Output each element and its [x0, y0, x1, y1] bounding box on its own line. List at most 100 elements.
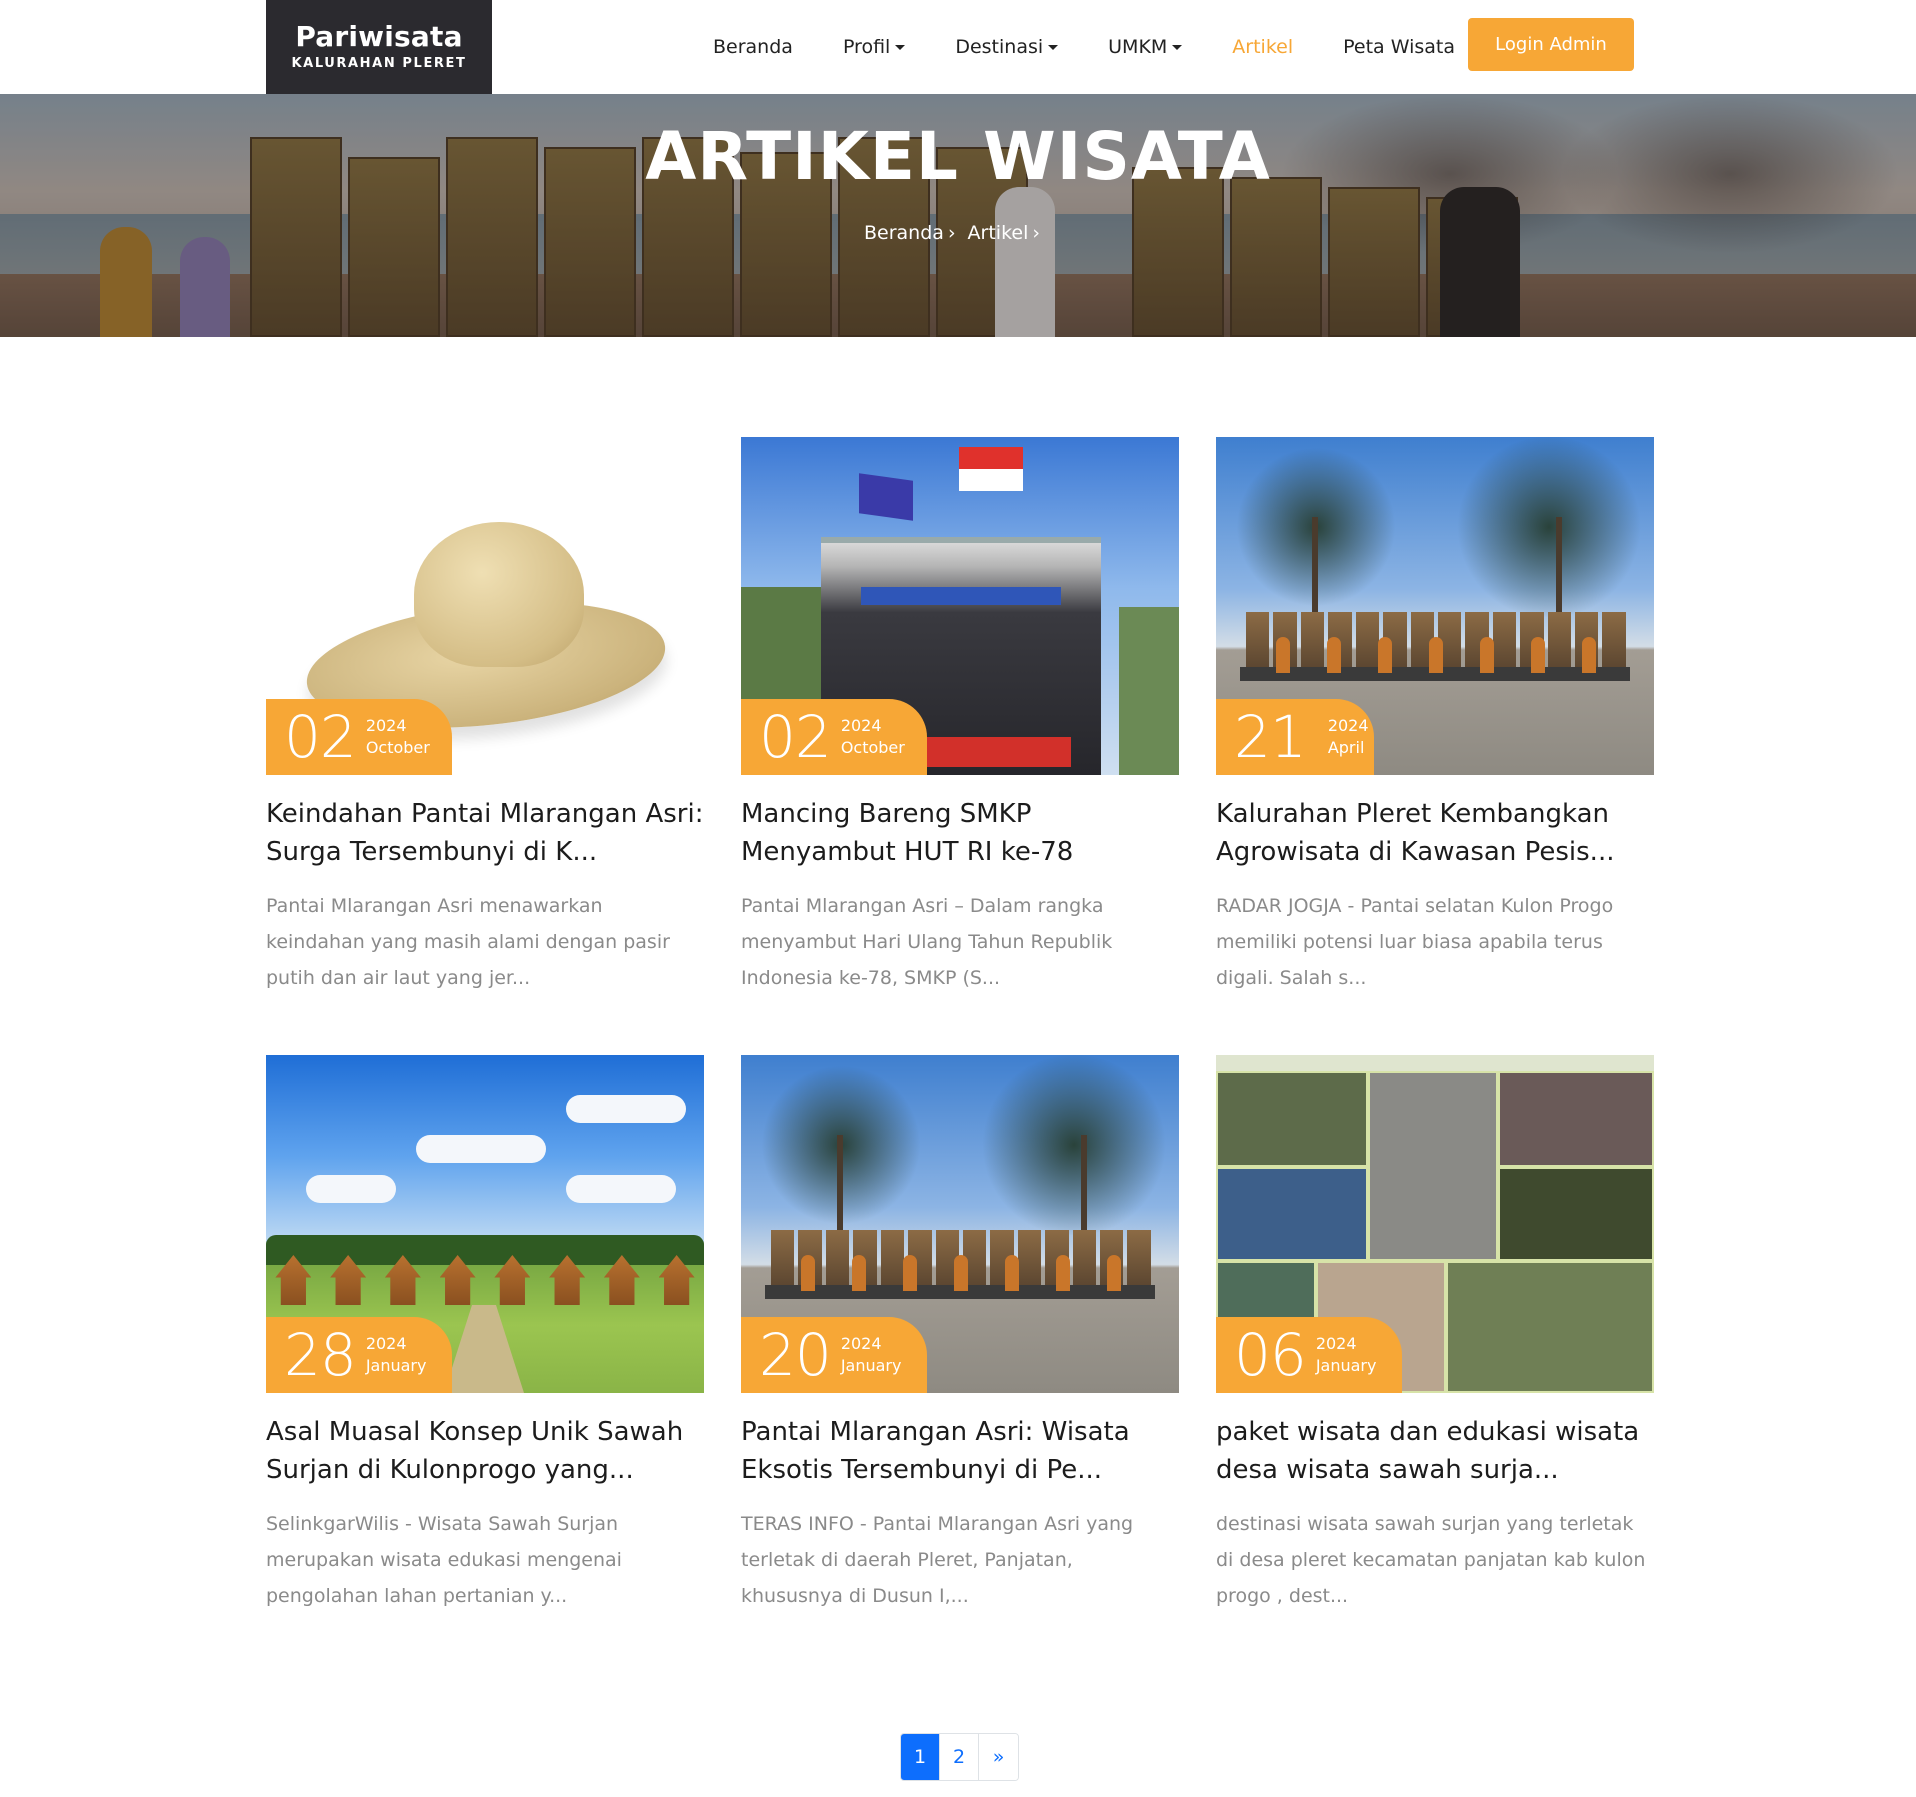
- collage-photo: [1498, 1071, 1654, 1167]
- flag-icon: [859, 473, 913, 521]
- article-excerpt: Pantai Mlarangan Asri menawarkan keindah…: [266, 895, 670, 989]
- date-year: 2024: [365, 1334, 407, 1353]
- nav-label: Peta Wisata: [1343, 36, 1456, 58]
- collage-photo: [1216, 1167, 1368, 1261]
- date-badge: 02 2024 October: [266, 699, 452, 775]
- brand-subtitle: KALURAHAN PLERET: [291, 56, 467, 71]
- date-year: 2024: [1315, 1334, 1357, 1353]
- cloud-shape: [416, 1135, 546, 1163]
- date-day: 21: [1234, 703, 1307, 771]
- date-year: 2024: [365, 716, 407, 735]
- article-excerpt: SelinkgarWilis - Wisata Sawah Surjan mer…: [266, 1513, 622, 1607]
- page-2-link[interactable]: 2: [940, 1734, 979, 1780]
- date-year-month: 2024 April: [1328, 715, 1369, 759]
- article-title-link[interactable]: Pantai Mlarangan Asri: Wisata Eksotis Te…: [741, 1413, 1179, 1489]
- straw-hat-image: [414, 522, 584, 667]
- collage-photo: [1498, 1167, 1654, 1261]
- article-card[interactable]: 28 2024 January Asal Muasal Konsep Unik S…: [266, 1055, 704, 1614]
- date-year-month: 2024 January: [1316, 1333, 1377, 1377]
- tree-shape: [1454, 437, 1644, 617]
- cloud-shape: [566, 1095, 686, 1123]
- people-shape: [1276, 637, 1596, 673]
- nav-label: Beranda: [713, 36, 793, 58]
- chevron-right-icon: ›: [1032, 222, 1040, 244]
- caret-down-icon: [895, 44, 906, 50]
- date-year-month: 2024 January: [841, 1333, 902, 1377]
- date-badge: 06 2024 January: [1216, 1317, 1402, 1393]
- bamboo-path-shape: [444, 1305, 524, 1393]
- article-title-link[interactable]: Asal Muasal Konsep Unik Sawah Surjan di …: [266, 1413, 704, 1489]
- chevron-right-icon: ›: [947, 222, 956, 244]
- article-excerpt: Pantai Mlarangan Asri – Dalam rangka men…: [741, 895, 1113, 989]
- article-thumbnail[interactable]: 02 2024 October: [266, 437, 704, 775]
- page-hero: ARTIKEL WISATA Beranda › Artikel ›: [0, 94, 1916, 337]
- login-admin-button[interactable]: Login Admin: [1468, 18, 1634, 71]
- stage-banner: [921, 737, 1071, 767]
- flag-icon: [959, 469, 1023, 491]
- article-card[interactable]: 02 2024 October Mancing Bareng SMKP Menya…: [741, 437, 1179, 996]
- page-title: ARTIKEL WISATA: [645, 118, 1271, 195]
- article-excerpt: destinasi wisata sawah surjan yang terle…: [1216, 1513, 1646, 1607]
- date-year-month: 2024 October: [841, 715, 905, 759]
- article-excerpt: TERAS INFO - Pantai Mlarangan Asri yang …: [741, 1513, 1134, 1607]
- date-day: 20: [759, 1321, 832, 1389]
- next-page-link[interactable]: »: [979, 1734, 1018, 1780]
- date-month: October: [365, 738, 430, 757]
- date-badge: 02 2024 October: [741, 699, 927, 775]
- brand-logo[interactable]: Pariwisata KALURAHAN PLERET: [266, 0, 492, 94]
- date-day: 06: [1234, 1321, 1307, 1389]
- collage-photo: [1446, 1261, 1654, 1393]
- collage-photo: [1216, 1071, 1368, 1167]
- date-day: 02: [759, 703, 832, 771]
- date-month: January: [365, 1356, 427, 1375]
- date-year: 2024: [840, 1334, 882, 1353]
- stage-banner: [861, 587, 1061, 605]
- cloud-shape: [306, 1175, 396, 1203]
- date-year: 2024: [840, 716, 882, 735]
- brand-title: Pariwisata: [295, 20, 463, 53]
- article-title-link[interactable]: Mancing Bareng SMKP Menyambut HUT RI ke-…: [741, 795, 1179, 871]
- nav-beranda[interactable]: Beranda: [688, 36, 818, 58]
- nav-artikel[interactable]: Artikel: [1207, 36, 1318, 58]
- pagination: 1 2 »: [900, 1733, 1019, 1781]
- article-thumbnail[interactable]: 21 2024 April: [1216, 437, 1654, 775]
- article-card[interactable]: 21 2024 April Kalurahan Pleret Kembangkan…: [1216, 437, 1654, 996]
- article-thumbnail[interactable]: 06 2024 January: [1216, 1055, 1654, 1393]
- article-excerpt: RADAR JOGJA - Pantai selatan Kulon Progo…: [1216, 895, 1614, 989]
- breadcrumb-artikel[interactable]: Artikel: [968, 222, 1029, 244]
- nav-label: UMKM: [1108, 36, 1168, 58]
- nav-profil-dropdown[interactable]: Profil: [818, 36, 930, 58]
- breadcrumb: Beranda › Artikel ›: [0, 222, 1916, 244]
- date-badge: 21 2024 April: [1216, 699, 1374, 775]
- nav-umkm-dropdown[interactable]: UMKM: [1083, 36, 1207, 58]
- caret-down-icon: [1048, 44, 1059, 50]
- tree-shape: [979, 1055, 1169, 1235]
- nav-label: Profil: [842, 36, 891, 58]
- date-month: October: [840, 738, 905, 757]
- article-card[interactable]: 06 2024 January paket wisata dan edukasi …: [1216, 1055, 1654, 1614]
- date-badge: 28 2024 January: [266, 1317, 452, 1393]
- article-card[interactable]: 02 2024 October Keindahan Pantai Mlaranga…: [266, 437, 704, 996]
- caret-down-icon: [1172, 44, 1183, 50]
- nav-label: Artikel: [1232, 36, 1294, 58]
- article-title-link[interactable]: Kalurahan Pleret Kembangkan Agrowisata d…: [1216, 795, 1654, 871]
- people-shape: [801, 1255, 1121, 1291]
- collage-photo: [1368, 1071, 1498, 1261]
- article-thumbnail[interactable]: 02 2024 October: [741, 437, 1179, 775]
- flag-icon: [959, 447, 1023, 469]
- date-badge: 20 2024 January: [741, 1317, 927, 1393]
- breadcrumb-beranda[interactable]: Beranda: [864, 222, 944, 244]
- article-thumbnail[interactable]: 28 2024 January: [266, 1055, 704, 1393]
- date-year: 2024: [1327, 716, 1369, 735]
- nav-destinasi-dropdown[interactable]: Destinasi: [930, 36, 1083, 58]
- article-title-link[interactable]: paket wisata dan edukasi wisata desa wis…: [1216, 1413, 1654, 1489]
- navbar: Pariwisata KALURAHAN PLERET Beranda Prof…: [0, 0, 1916, 94]
- page-1-link[interactable]: 1: [901, 1734, 940, 1780]
- nav-peta-wisata[interactable]: Peta Wisata: [1318, 36, 1480, 58]
- article-thumbnail[interactable]: 20 2024 January: [741, 1055, 1179, 1393]
- date-month: April: [1327, 738, 1365, 757]
- cloud-shape: [566, 1175, 676, 1203]
- article-card[interactable]: 20 2024 January Pantai Mlarangan Asri: Wi…: [741, 1055, 1179, 1614]
- article-title-link[interactable]: Keindahan Pantai Mlarangan Asri: Surga T…: [266, 795, 704, 871]
- date-day: 28: [284, 1321, 357, 1389]
